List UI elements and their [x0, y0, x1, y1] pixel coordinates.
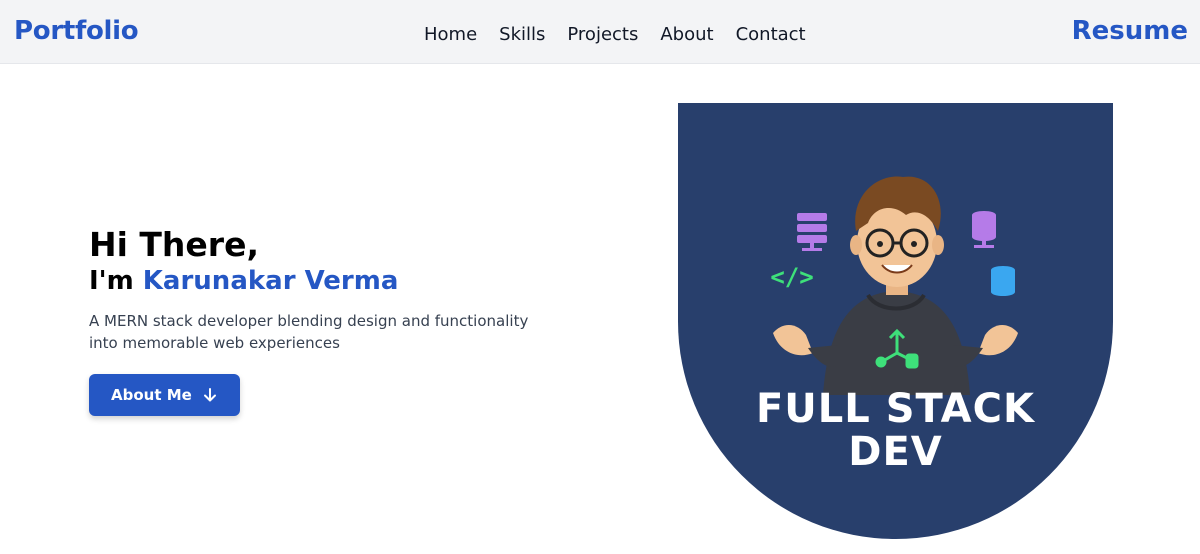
nav-skills[interactable]: Skills	[499, 24, 545, 45]
badge-line-2: DEV	[848, 429, 943, 475]
badge-line-1: FULL STACK	[755, 386, 1035, 432]
database-icon-purple	[972, 211, 996, 248]
hero-tagline: A MERN stack developer blending design a…	[89, 312, 529, 352]
nav-projects[interactable]: Projects	[567, 24, 638, 45]
resume-link[interactable]: Resume	[1072, 16, 1188, 46]
about-me-label: About Me	[111, 386, 192, 404]
site-logo[interactable]: Portfolio	[14, 16, 139, 46]
hero-illustration: </> FULL STACK DEV	[678, 103, 1113, 539]
hero-greeting: Hi There,	[89, 225, 259, 264]
hero-section: Hi There, I'm Karunakar Verma A MERN sta…	[89, 226, 559, 416]
database-icon-blue	[991, 266, 1015, 296]
nav-home[interactable]: Home	[424, 24, 477, 45]
code-tag-icon: </>	[770, 263, 813, 291]
about-me-button[interactable]: About Me	[89, 374, 240, 416]
hero-intro: I'm Karunakar Verma	[89, 264, 559, 298]
hero-intro-prefix: I'm	[89, 266, 143, 296]
nav-links: Home Skills Projects About Contact	[424, 24, 806, 45]
navbar: Portfolio Home Skills Projects About Con…	[0, 0, 1200, 64]
hero-name: Karunakar Verma	[142, 266, 399, 296]
arrow-down-icon	[203, 388, 216, 402]
nav-contact[interactable]: Contact	[736, 24, 806, 45]
nav-about[interactable]: About	[660, 24, 713, 45]
server-icon	[797, 213, 827, 251]
